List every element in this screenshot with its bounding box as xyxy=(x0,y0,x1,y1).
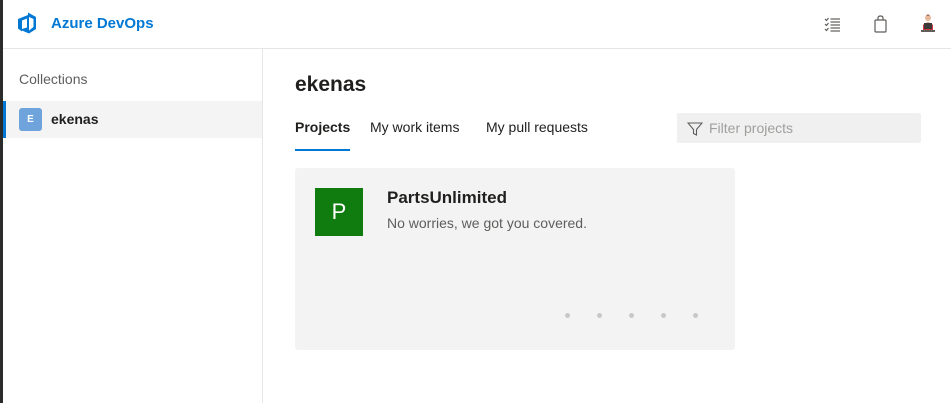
user-avatar-icon[interactable] xyxy=(918,13,938,33)
azure-devops-logo-icon[interactable] xyxy=(16,12,38,34)
tab-my-pull-requests[interactable]: My pull requests xyxy=(486,119,588,135)
tab-projects[interactable]: Projects xyxy=(295,119,350,135)
sidebar: Collections E ekenas xyxy=(3,49,263,403)
loading-dot xyxy=(565,313,570,318)
filter-box xyxy=(677,113,921,143)
collection-avatar: E xyxy=(19,108,42,131)
sidebar-item-ekenas[interactable]: E ekenas xyxy=(3,101,262,138)
filter-icon xyxy=(687,122,703,136)
loading-dot xyxy=(661,313,666,318)
marketplace-bag-icon[interactable] xyxy=(870,14,890,34)
loading-dots xyxy=(565,313,698,318)
project-name[interactable]: PartsUnlimited xyxy=(387,188,507,208)
page-title: ekenas xyxy=(295,73,367,96)
tab-my-work-items[interactable]: My work items xyxy=(370,119,459,135)
active-tab-indicator xyxy=(295,149,350,151)
project-card-partsunlimited[interactable]: P PartsUnlimited No worries, we got you … xyxy=(295,168,735,350)
notifications-list-icon[interactable] xyxy=(823,14,843,34)
loading-dot xyxy=(629,313,634,318)
loading-dot xyxy=(597,313,602,318)
sidebar-item-label: ekenas xyxy=(51,111,99,127)
selection-indicator xyxy=(3,101,6,138)
project-description: No worries, we got you covered. xyxy=(387,215,587,231)
app-title[interactable]: Azure DevOps xyxy=(51,15,154,32)
collections-label: Collections xyxy=(19,71,88,87)
project-avatar: P xyxy=(315,188,363,236)
top-bar: Azure DevOps xyxy=(3,0,951,49)
loading-dot xyxy=(693,313,698,318)
filter-projects-input[interactable] xyxy=(709,113,914,143)
